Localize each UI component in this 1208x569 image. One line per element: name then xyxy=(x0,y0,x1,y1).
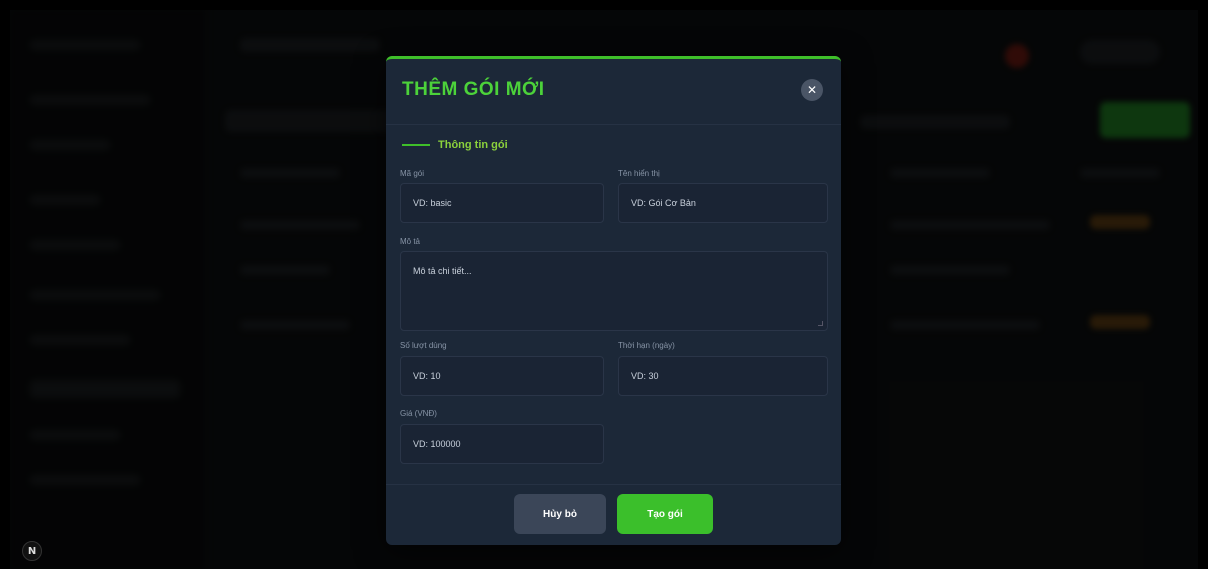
duration-label: Thời hạn (ngày) xyxy=(618,341,675,350)
modal-title: THÊM GÓI MỚI xyxy=(402,79,545,100)
resize-grip-icon[interactable] xyxy=(818,321,823,326)
cancel-button[interactable]: Hủy bỏ xyxy=(514,494,606,534)
duration-input[interactable]: VD: 30 xyxy=(618,356,828,396)
description-placeholder: Mô tả chi tiết... xyxy=(413,266,472,276)
display-name-label: Tên hiển thị xyxy=(618,169,660,178)
description-label: Mô tả xyxy=(400,237,421,246)
create-package-button[interactable]: Tạo gói xyxy=(617,494,713,534)
request-count-input[interactable]: VD: 10 xyxy=(400,356,604,396)
price-input[interactable]: VD: 100000 xyxy=(400,424,604,464)
display-name-input[interactable]: VD: Gói Cơ Bản xyxy=(618,183,828,223)
close-icon[interactable]: ✕ xyxy=(801,79,823,101)
footer-divider xyxy=(386,484,841,485)
header-divider xyxy=(386,124,841,125)
package-code-input[interactable]: VD: basic xyxy=(400,183,604,223)
section-header: Thông tin gói xyxy=(402,139,508,151)
description-textarea[interactable]: Mô tả chi tiết... xyxy=(400,251,828,331)
package-code-label: Mã gói xyxy=(400,169,425,178)
section-line xyxy=(402,144,430,146)
section-title: Thông tin gói xyxy=(438,139,508,151)
price-label: Giá (VNĐ) xyxy=(400,409,437,418)
request-count-label: Số lượt dùng xyxy=(400,341,447,350)
add-package-modal: THÊM GÓI MỚI ✕ Thông tin gói Mã gói VD: … xyxy=(386,56,841,545)
corner-badge: N xyxy=(22,541,42,561)
